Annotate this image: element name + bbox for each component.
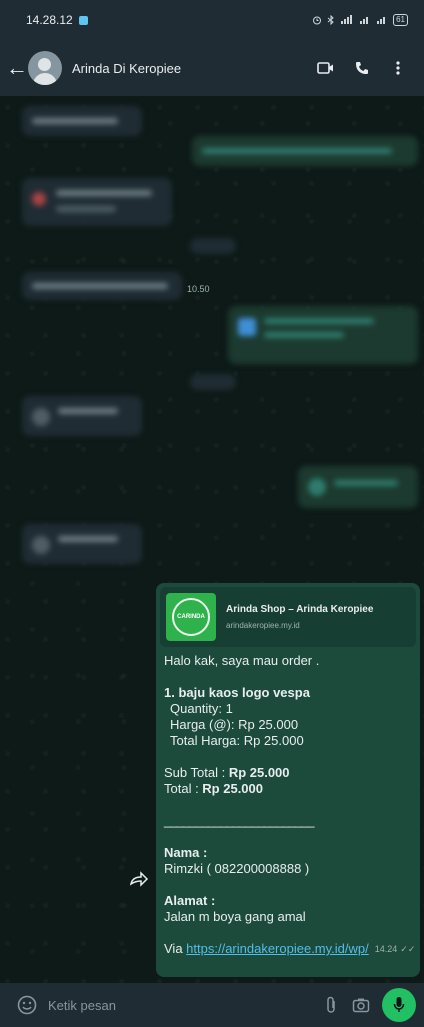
greeting-text: Halo kak, saya mau order . xyxy=(164,653,320,668)
item-name: 1. baju kaos logo vespa xyxy=(164,685,310,700)
total-line: Total : Rp 25.000 xyxy=(164,781,263,796)
more-options-icon[interactable] xyxy=(380,60,416,76)
mic-icon xyxy=(393,997,405,1012)
status-time: 14.28.12 xyxy=(26,13,73,27)
address-value: Jalan m boya gang amal xyxy=(164,909,306,924)
message-input[interactable] xyxy=(38,989,316,1021)
signal-icon xyxy=(360,17,369,24)
read-ticks-icon: ✓✓ xyxy=(400,944,416,954)
data-signal-icon xyxy=(341,15,353,24)
blurred-message xyxy=(192,136,418,166)
blurred-message xyxy=(22,272,182,300)
alarm-icon xyxy=(313,16,322,25)
video-call-icon[interactable] xyxy=(308,61,344,75)
subtotal-value: Rp 25.000 xyxy=(228,765,290,780)
battery-icon: 61 xyxy=(393,14,408,26)
name-value: Rimzki ( 082200008888 ) xyxy=(164,861,310,876)
preview-domain: arindakeropiee.my.id xyxy=(226,621,300,630)
name-label: Nama : xyxy=(164,845,208,860)
blurred-message xyxy=(22,178,172,226)
order-message-bubble[interactable]: CARINDA Arinda Shop – Arinda Keropiee ar… xyxy=(156,583,420,977)
notification-icon xyxy=(78,15,88,25)
chat-screen: 14.28.12 61 ← Arinda Di Keropiee 10.50 C… xyxy=(0,0,424,1027)
link-preview[interactable]: CARINDA Arinda Shop – Arinda Keropiee ar… xyxy=(160,587,416,647)
avatar[interactable] xyxy=(28,51,62,85)
divider: ________________________ xyxy=(164,813,315,828)
blurred-message xyxy=(22,524,142,564)
chat-header: ← Arinda Di Keropiee xyxy=(0,40,424,96)
emoji-icon[interactable] xyxy=(16,994,38,1016)
shop-link[interactable]: https://arindakeropiee.my.id/wp/ xyxy=(186,941,369,956)
blurred-message xyxy=(22,396,142,436)
contact-name[interactable]: Arinda Di Keropiee xyxy=(72,61,308,76)
subtotal-line: Sub Total : Rp 25.000 xyxy=(164,765,290,780)
item-price: Harga (@): Rp 25.000 xyxy=(170,717,299,732)
preview-title: Arinda Shop – Arinda Keropiee xyxy=(226,604,374,615)
blurred-message xyxy=(22,106,142,136)
blurred-date xyxy=(190,238,236,254)
message-time: 14.24 xyxy=(374,944,398,954)
bluetooth-icon xyxy=(327,15,334,25)
forward-icon[interactable] xyxy=(129,871,149,887)
attach-icon[interactable] xyxy=(316,996,346,1014)
camera-icon[interactable] xyxy=(346,997,376,1013)
item-quantity: Quantity: 1 xyxy=(170,701,233,716)
blurred-message xyxy=(228,306,418,364)
blurred-message xyxy=(298,466,418,508)
total-value: Rp 25.000 xyxy=(202,781,263,796)
shop-logo: CARINDA xyxy=(166,593,216,641)
message-time: 10.50 xyxy=(187,284,210,294)
status-bar: 14.28.12 61 xyxy=(0,0,424,40)
chat-area: 10.50 CARINDA Arinda Shop – Arinda Kerop… xyxy=(0,96,424,983)
input-bar xyxy=(0,983,424,1027)
address-label: Alamat : xyxy=(164,893,216,908)
blurred-date xyxy=(190,374,236,390)
mic-button[interactable] xyxy=(382,988,416,1022)
back-arrow-icon[interactable]: ← xyxy=(6,55,28,81)
item-total-price: Total Harga: Rp 25.000 xyxy=(170,733,304,748)
via-line: Via https://arindakeropiee.my.id/wp/14.2… xyxy=(164,941,416,956)
signal-2-icon xyxy=(377,17,386,24)
message-text: Halo kak, saya mau order . 1. baju kaos … xyxy=(160,647,416,957)
voice-call-icon[interactable] xyxy=(344,60,380,76)
